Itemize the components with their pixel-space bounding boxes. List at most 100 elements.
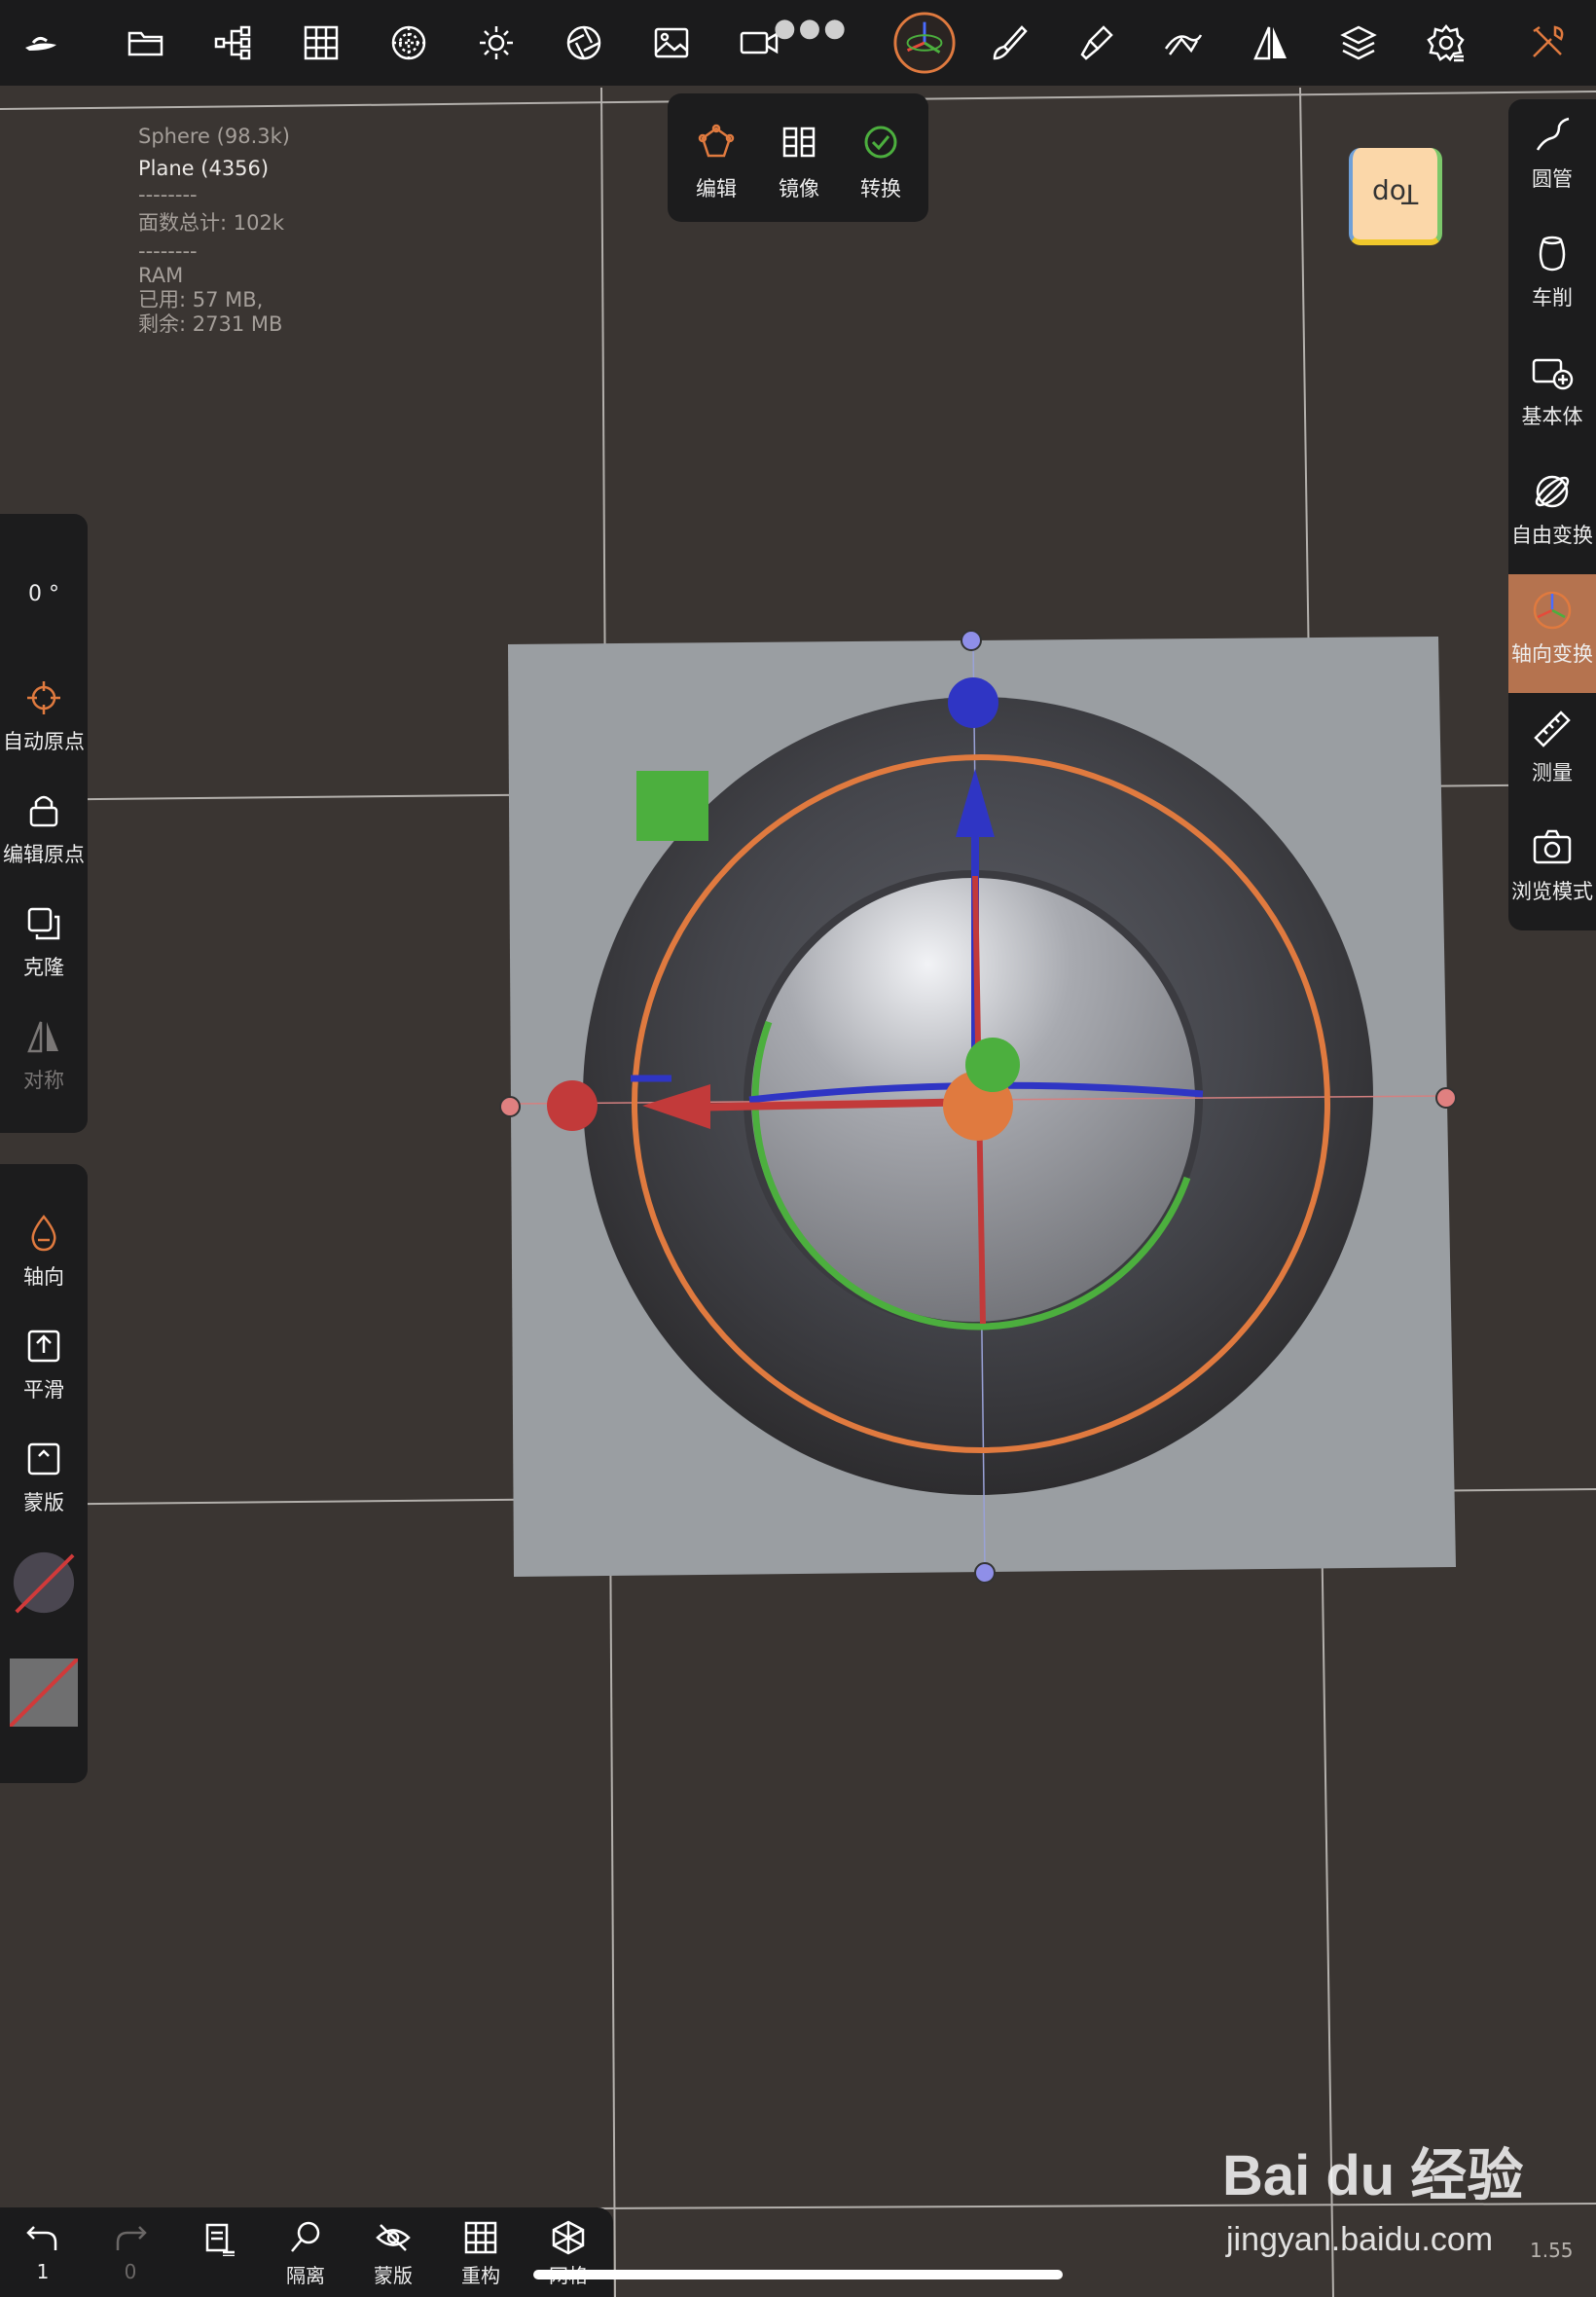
symmetry-icon[interactable] [1242,14,1300,72]
texture-swatch-icon [10,1659,78,1727]
stat-separator: -------- [138,183,198,206]
image-icon[interactable] [642,14,701,72]
crosshair-icon [27,681,60,714]
stat-faces: 面数总计: 102k [138,211,284,235]
y-axis-handle [965,1038,1020,1092]
stat-plane: Plane (4356) [138,157,270,180]
left-brush-panel: 轴向 平滑 蒙版 [0,1164,88,1783]
clone-button[interactable]: 克隆 [0,903,88,981]
top-toolbar: ●●● [0,0,1596,86]
symmetry-icon [27,1021,58,1053]
material-sphere-icon[interactable] [380,14,438,72]
edge-handle-left [499,1096,521,1117]
mask-label: 蒙版 [23,1491,64,1514]
watermark-logo: Bai du 经验 [1222,2144,1524,2207]
3d-viewport[interactable] [0,86,1596,2297]
edge-handle-top [961,630,982,651]
stat-sphere: Sphere (98.3k) [138,125,290,148]
tool-free-transform[interactable]: 自由变换 [1508,456,1596,574]
ruler-icon [1534,711,1571,747]
redo-button[interactable]: 0 [95,2219,165,2283]
convert-button[interactable]: 转换 [847,123,915,202]
view-cube-label: Top [1371,177,1419,210]
undo-button[interactable]: 1 [8,2219,78,2283]
tool-browse-mode[interactable]: 浏览模式 [1508,812,1596,930]
axis-button[interactable]: 轴向 [0,1213,88,1291]
tool-lathe-label: 车削 [1532,286,1573,310]
z-axis-handle [948,677,998,728]
tool-primitive[interactable]: 基本体 [1508,337,1596,456]
convert-label: 转换 [860,177,901,201]
edit-button[interactable]: 编辑 [682,123,750,202]
edit-label: 编辑 [696,177,737,201]
auto-origin-label: 自动原点 [3,730,85,753]
paint-bucket-icon[interactable] [1067,14,1125,72]
isolate-label: 隔离 [286,2264,325,2287]
tools-icon[interactable] [1518,14,1577,72]
tool-axis-transform-label: 轴向变换 [1511,642,1593,666]
mirror-label: 镜像 [779,177,819,201]
tool-measure[interactable]: 测量 [1508,693,1596,812]
stat-ram-free: 剩余: 2731 MB [138,312,283,336]
symmetry-button[interactable]: 对称 [0,1016,88,1094]
x-axis-handle [547,1080,598,1131]
drop-icon [31,1215,56,1252]
angle-readout[interactable]: 0 ° [0,582,88,606]
smooth-button[interactable]: 平滑 [0,1326,88,1404]
edit-origin-label: 编辑原点 [3,843,85,866]
grid-icon[interactable] [292,14,350,72]
brush-icon[interactable] [979,14,1037,72]
stat-ram-label: RAM [138,264,184,287]
remesh-icon [464,2221,497,2254]
axis-transform-icon [1533,591,1572,630]
scene-stats: Sphere (98.3k) Plane (4356) -------- 面数总… [138,125,290,337]
transform-popup: 编辑 镜像 转换 [668,93,928,222]
tool-primitive-label: 基本体 [1521,405,1583,428]
check-icon [864,126,897,159]
primitive-icon [1532,358,1574,390]
edit-origin-button[interactable]: 编辑原点 [0,790,88,868]
lock-icon [29,795,58,827]
settings-icon[interactable] [1417,14,1475,72]
view-cube[interactable]: Top [1349,148,1442,245]
tool-axis-transform[interactable]: 轴向变换 [1508,574,1596,693]
mirror-button[interactable]: 镜像 [765,123,833,202]
scene-info-button[interactable] [183,2219,253,2260]
clone-label: 克隆 [23,956,64,979]
more-icon[interactable]: ●●● [774,14,849,43]
isolate-button[interactable]: 隔离 [271,2219,341,2288]
tool-tube[interactable]: 圆管 [1508,99,1596,218]
smooth-icon [27,1330,60,1363]
undo-count: 1 [36,2260,50,2283]
mask-button[interactable]: 蒙版 [0,1439,88,1516]
bottom-toolbar: 1 0 隔离 蒙版 重构 网格 [0,2207,613,2297]
folder-icon[interactable] [117,14,175,72]
mask-icon [27,1442,60,1476]
layers-icon[interactable] [1329,14,1388,72]
undo-icon [26,2226,57,2250]
edge-handle-bottom [974,1562,996,1584]
stat-separator: -------- [138,239,198,263]
tool-tube-label: 圆管 [1532,167,1573,191]
aperture-icon[interactable] [555,14,613,72]
scene-tree-icon[interactable] [204,14,263,72]
logo-icon[interactable] [12,14,70,72]
tool-lathe[interactable]: 车削 [1508,218,1596,337]
hide-icon [376,2224,411,2251]
gizmo-icon[interactable] [891,10,958,76]
remesh-button[interactable]: 重构 [446,2219,516,2288]
tool-browse-mode-label: 浏览模式 [1511,880,1593,903]
camera-icon [1533,829,1572,864]
hide-label: 蒙版 [374,2264,413,2287]
material-sphere-swatch[interactable] [0,1550,88,1623]
topology-icon[interactable] [1154,14,1213,72]
home-indicator[interactable] [533,2270,1063,2279]
edge-handle-right [1435,1087,1457,1109]
redo-count: 0 [124,2260,137,2283]
material-sphere-icon [13,1551,75,1614]
hide-button[interactable]: 蒙版 [358,2219,428,2288]
texture-swatch[interactable] [0,1659,88,1734]
sun-icon[interactable] [467,14,526,72]
smooth-label: 平滑 [23,1378,64,1402]
auto-origin-button[interactable]: 自动原点 [0,677,88,755]
